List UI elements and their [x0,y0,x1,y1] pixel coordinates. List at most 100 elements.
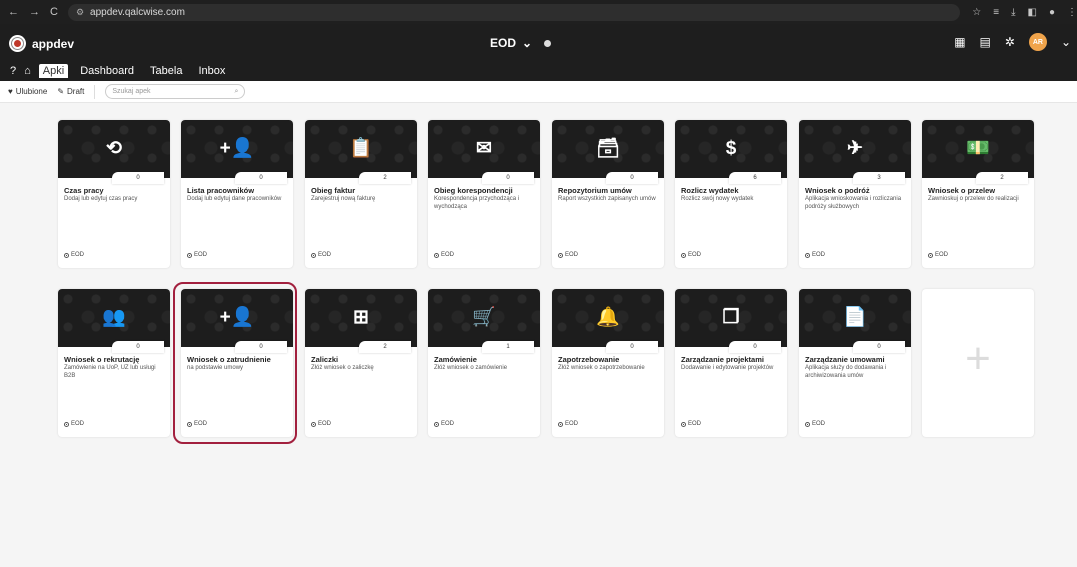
card-count-badge: 1 [482,341,534,353]
profile-icon[interactable]: ● [1049,7,1055,18]
card-count-badge: 6 [729,172,781,184]
card-tag: EOD [805,421,825,427]
favorites-label: Ulubione [15,87,48,96]
add-person-icon: +👤 [219,138,255,159]
back-icon[interactable]: ← [8,6,19,18]
card-description: Dodaj lub edytuj czas pracy [64,196,138,202]
sidepanel-icon[interactable]: ◧ [1028,7,1037,18]
app-card[interactable]: 🗃 0 Repozytorium umów Raport wszystkich zap… [552,120,664,268]
card-title: Zarządzanie projektami [681,355,764,364]
bookmark-star-icon[interactable]: ☆ [972,7,981,18]
site-settings-icon[interactable]: ⚙ [76,7,84,18]
extensions-icon[interactable]: ≡ [993,7,999,18]
workspace-dot-icon [311,252,316,258]
card-count-badge: 0 [853,341,905,353]
card-description: Złóż wniosek o zamówienie [434,365,508,371]
tab-apki[interactable]: Apki [38,64,69,78]
app-card[interactable]: 🛒 1 Zamówienie Złóż wniosek o zamówienie EOD [428,289,540,437]
card-tag-label: EOD [441,421,455,427]
cart-add-icon: 🛒 [472,307,496,328]
card-count-badge: 0 [112,172,164,184]
tab-tabela[interactable]: Tabela [146,64,186,78]
card-title: Rozlicz wydatek [681,186,739,195]
card-count-badge: 2 [359,172,411,184]
workspace-name: EOD [490,36,517,50]
add-app-card[interactable]: + [922,289,1034,437]
search-input[interactable]: Szukaj apek ⌕ [105,84,246,99]
card-tag: EOD [558,252,578,258]
home-icon[interactable]: ⌂ [24,65,31,77]
draft-button[interactable]: ✎ Draft [57,87,84,96]
card-tag-label: EOD [194,252,208,258]
card-title: Obieg korespondencji [434,186,513,195]
app-card[interactable]: +👤 0 Lista pracowników Dodaj lub edytuj dan… [181,120,293,268]
card-tag-label: EOD [688,252,702,258]
help-icon[interactable]: ? [10,65,16,77]
card-tag-label: EOD [935,252,949,258]
card-tag: EOD [681,252,701,258]
workspace-selector[interactable]: EOD ⌄ [490,36,552,50]
workspace-dot-icon [558,252,563,258]
card-tag: EOD [434,421,454,427]
card-description: Aplikacja służy do dodawania i archiwizo… [805,365,887,379]
card-count-badge: 2 [976,172,1028,184]
favorites-button[interactable]: ♥ Ulubione [8,87,47,96]
main-tabs: ? ⌂ Apki Dashboard Tabela Inbox [10,64,229,78]
card-description: Dodawanie i edytowanie projektów [681,365,774,371]
card-tag: EOD [558,421,578,427]
avatar-chevron-icon[interactable]: ⌄ [1061,35,1071,49]
apps-grid-icon[interactable]: ▦ [954,35,965,49]
app-card[interactable]: ⟲ 0 Czas pracy Dodaj lub edytuj czas pracy E… [58,120,170,268]
dollar-icon: $ [725,138,737,159]
app-card[interactable]: 📄 0 Zarządzanie umowami Aplikacja służy do … [799,289,911,437]
chevron-down-icon: ⌄ [522,36,533,50]
card-description: Zawnioskuj o przelew do realizacji [928,196,1019,202]
table-view-icon[interactable]: ▤ [980,35,991,49]
app-card[interactable]: $6 Rozlicz wydatek Rozlicz swój nowy wydat… [675,120,787,268]
money-icon: 💵 [966,138,990,159]
browser-extensions: ☆ ≡ ⤓ ◧ ● ⋮ [972,7,1077,18]
archive-icon: 🗃 [595,138,621,159]
card-tag-label: EOD [812,421,826,427]
app-card[interactable]: 📋 2 Obieg faktur Zarejestruj nową fakturę EO… [305,120,417,268]
card-tag: EOD [187,252,207,258]
app-logo[interactable] [9,35,26,52]
library-add-icon: ⊞ [353,307,369,328]
workspace-dot-icon [311,421,316,427]
app-card[interactable]: ✈ 3 Wniosek o podróż Aplikacja wnioskowania… [799,120,911,268]
avatar[interactable]: AR [1028,33,1047,51]
history-icon: ⟲ [106,138,122,159]
gear-icon[interactable]: ✲ [1005,35,1015,49]
card-tag: EOD [434,252,454,258]
card-tag-label: EOD [318,421,332,427]
app-card[interactable]: 💵 2 Wniosek o przelew Zawnioskuj o przelew … [922,120,1034,268]
address-bar[interactable]: ⚙ appdev.qalcwise.com [67,3,961,21]
status-dot-icon [544,39,552,47]
envelope-icon: ✉ [476,138,492,159]
airplane-icon: ✈ [847,138,863,159]
card-tag: EOD [805,252,825,258]
app-card[interactable]: ⊞ 2 Zaliczki Złóż wniosek o zaliczkę EOD [305,289,417,437]
collections-icon: ❐ [722,307,740,328]
card-tag: EOD [928,252,948,258]
app-header: appdev EOD ⌄ ▦ ▤ ✲ AR ⌄ ? ⌂ Apki Dashboa… [0,24,1077,81]
forward-icon[interactable]: → [29,6,40,18]
card-tag-label: EOD [318,252,332,258]
tab-dashboard[interactable]: Dashboard [76,64,138,78]
tab-inbox[interactable]: Inbox [194,64,229,78]
download-icon[interactable]: ⤓ [1011,7,1015,18]
card-description: Zarejestruj nową fakturę [311,196,376,202]
app-card[interactable]: ❐ 0 Zarządzanie projektami Dodawanie i edyt… [675,289,787,437]
browser-menu-icon[interactable]: ⋮ [1067,7,1077,18]
app-name: appdev [32,37,75,51]
app-card[interactable]: 👥 0 Wniosek o rekrutację Zamówienie na UoP,… [58,289,170,437]
app-card[interactable]: 🔔 0 Zapotrzebowanie Złóż wniosek o zapotrze… [552,289,664,437]
clipboard-icon: 📋 [349,138,373,159]
card-tag-label: EOD [71,421,85,427]
app-card[interactable]: ✉ 0 Obieg korespondencji Korespondencja prz… [428,120,540,268]
card-tag-label: EOD [441,252,455,258]
workspace-dot-icon [187,252,192,258]
reload-icon[interactable]: C [50,6,58,18]
card-count-badge: 3 [853,172,905,184]
pencil-icon: ✎ [57,87,65,96]
